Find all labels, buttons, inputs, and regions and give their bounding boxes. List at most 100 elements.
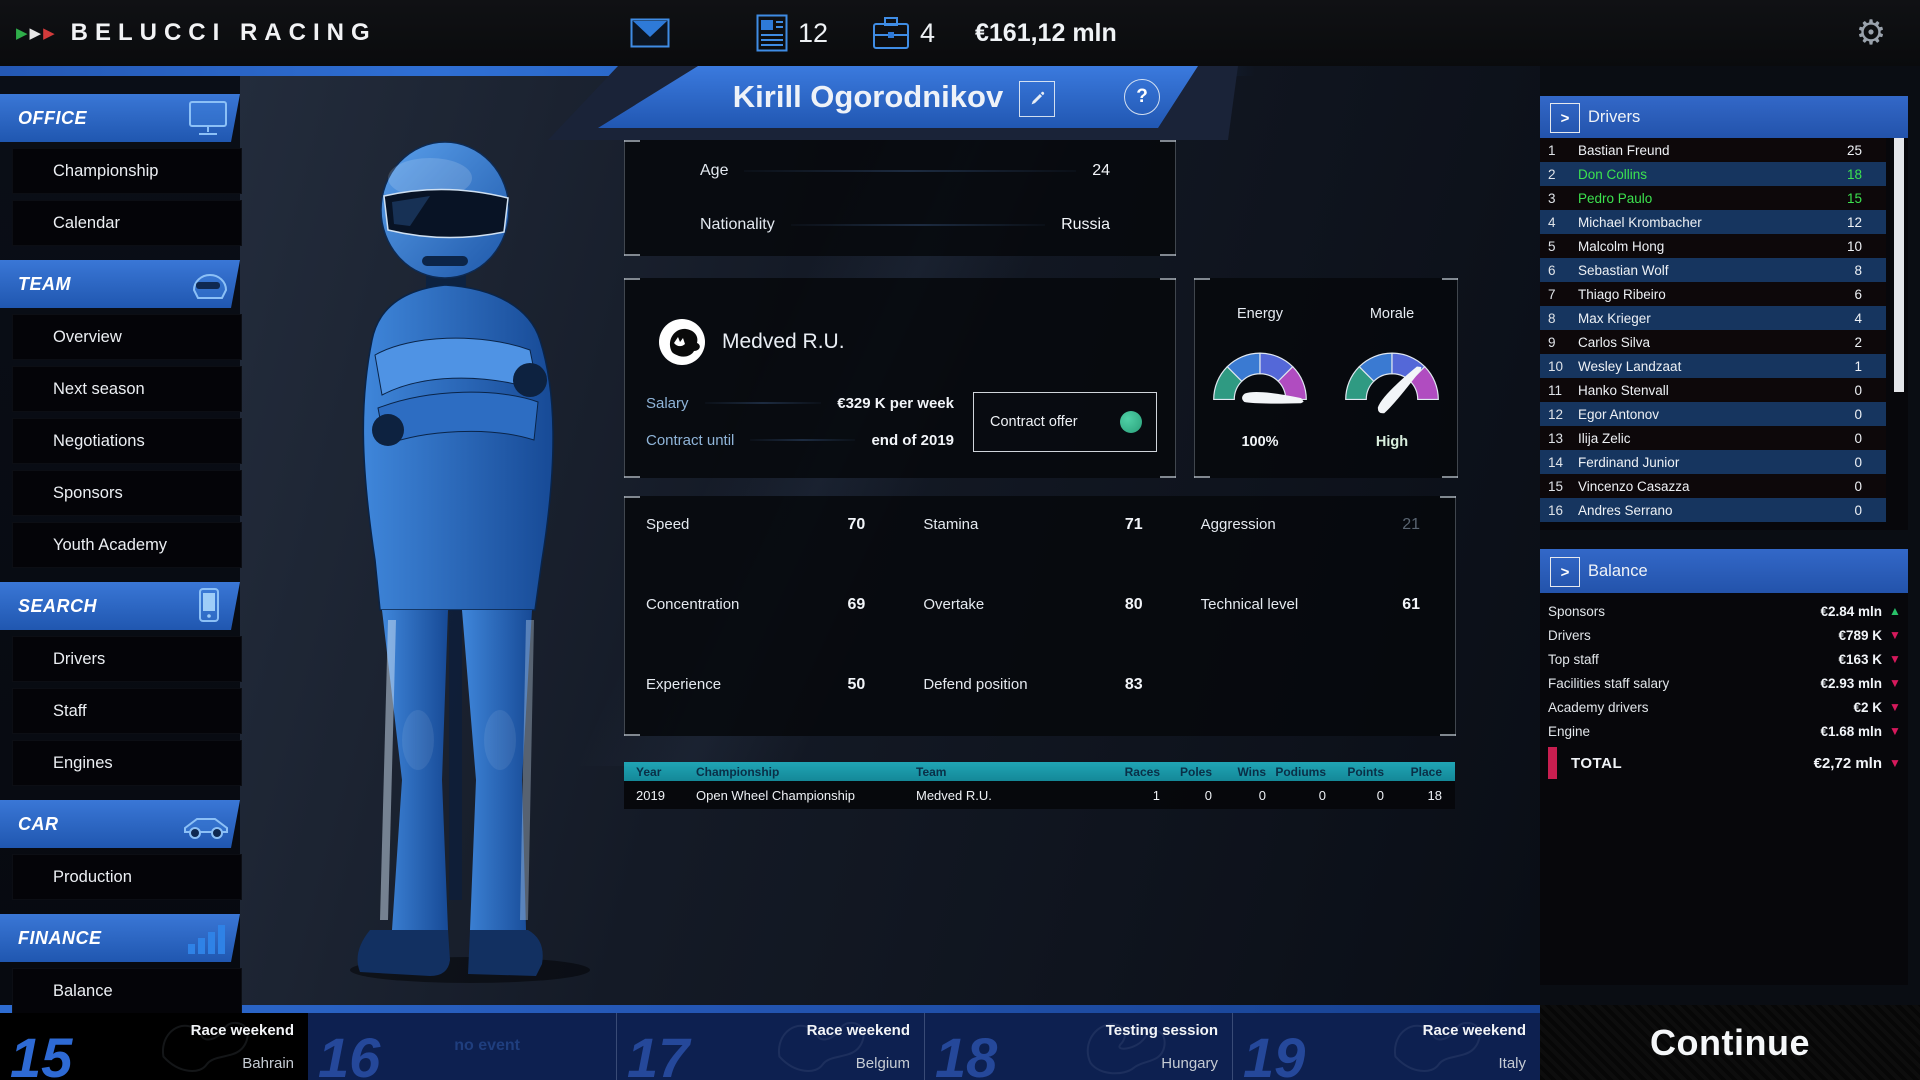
- news-button[interactable]: 12: [756, 0, 828, 66]
- trend-arrow-icon: ▼: [1882, 724, 1908, 738]
- driver-row[interactable]: 6Sebastian Wolf8: [1540, 258, 1886, 282]
- stat-speed: Speed 70: [624, 496, 901, 576]
- driver-row[interactable]: 9Carlos Silva2: [1540, 330, 1886, 354]
- driver-name: Ferdinand Junior: [1578, 455, 1679, 470]
- history-header-row: Year Championship Team Races Poles Wins …: [624, 762, 1455, 781]
- driver-position: 2: [1540, 167, 1574, 182]
- driver-row[interactable]: 11Hanko Stenvall0: [1540, 378, 1886, 402]
- driver-row[interactable]: 2Don Collins18: [1540, 162, 1886, 186]
- nav-section-search: SEARCH Drivers Staff Engines: [0, 582, 240, 786]
- driver-row[interactable]: 12Egor Antonov0: [1540, 402, 1886, 426]
- day-event: Race weekend: [1423, 1022, 1526, 1039]
- sidebar-item-next-season[interactable]: Next season: [12, 366, 242, 412]
- total-label: TOTAL: [1571, 755, 1622, 772]
- settings-gear-icon[interactable]: ⚙: [1846, 0, 1896, 66]
- contract-offer-label: Contract offer: [990, 414, 1078, 430]
- expand-chevron-icon[interactable]: >: [1550, 103, 1580, 133]
- sidebar-item-staff[interactable]: Staff: [12, 688, 242, 734]
- leader-line: [744, 170, 1076, 172]
- standings-scrollbar[interactable]: [1894, 138, 1904, 522]
- nationality-row: Nationality Russia: [700, 212, 1110, 238]
- sidebar-item-overview[interactable]: Overview: [12, 314, 242, 360]
- cell-wins: 0: [1216, 788, 1270, 803]
- mail-button[interactable]: [630, 0, 670, 66]
- scrollbar-thumb[interactable]: [1894, 138, 1904, 392]
- career-history-table: Year Championship Team Races Poles Wins …: [624, 762, 1455, 809]
- expand-chevron-icon[interactable]: >: [1550, 557, 1580, 587]
- driver-position: 1: [1540, 143, 1574, 158]
- nav-section-team: TEAM Overview Next season Negotiations S…: [0, 260, 240, 568]
- top-bar: ▶ ▶ ▶ BELUCCI RACING 12 4 €161,12 ml: [0, 0, 1920, 66]
- stat-empty: [1179, 656, 1456, 736]
- sidebar-item-sponsors[interactable]: Sponsors: [12, 470, 242, 516]
- cell-races: 1: [1094, 788, 1164, 803]
- driver-row[interactable]: 13Ilija Zelic0: [1540, 426, 1886, 450]
- sidebar-item-negotiations[interactable]: Negotiations: [12, 418, 242, 464]
- balance-value: €2.84 mln: [1820, 604, 1882, 619]
- sidebar-item-youth-academy[interactable]: Youth Academy: [12, 522, 242, 568]
- stat-value: 69: [848, 596, 866, 614]
- section-header-team: TEAM: [0, 260, 240, 308]
- cell-points: 0: [1330, 788, 1388, 803]
- balance-value: €163 K: [1838, 652, 1882, 667]
- driver-position: 5: [1540, 239, 1574, 254]
- jobs-button[interactable]: 4: [872, 0, 935, 66]
- stat-label: Defend position: [923, 676, 1027, 693]
- day-location: Hungary: [1161, 1055, 1218, 1072]
- sidebar-item-calendar[interactable]: Calendar: [12, 200, 242, 246]
- driver-name: Don Collins: [1578, 167, 1647, 182]
- driver-row[interactable]: 15Vincenzo Casazza0: [1540, 474, 1886, 498]
- help-button[interactable]: ?: [1124, 79, 1160, 115]
- section-header-finance: FINANCE: [0, 914, 240, 962]
- balance-label: Sponsors: [1548, 604, 1605, 619]
- sidebar-item-engines[interactable]: Engines: [12, 740, 242, 786]
- section-label: SEARCH: [18, 596, 97, 617]
- logo-arrow-icon: ▶: [43, 26, 55, 41]
- stat-label: Aggression: [1201, 516, 1276, 533]
- jobs-count: 4: [920, 18, 935, 49]
- item-label: Staff: [53, 702, 87, 721]
- sidebar-item-balance[interactable]: Balance: [12, 968, 242, 1014]
- driver-row[interactable]: 16Andres Serrano0: [1540, 498, 1886, 522]
- contract-until-label: Contract until: [646, 432, 734, 449]
- driver-row[interactable]: 1Bastian Freund25: [1540, 138, 1886, 162]
- driver-row[interactable]: 10Wesley Landzaat1: [1540, 354, 1886, 378]
- col-races: Races: [1094, 765, 1164, 779]
- balance-label: Academy drivers: [1548, 700, 1649, 715]
- driver-name: Max Krieger: [1578, 311, 1651, 326]
- driver-points: 4: [1854, 311, 1886, 326]
- driver-row[interactable]: 14Ferdinand Junior0: [1540, 450, 1886, 474]
- edit-name-button[interactable]: [1019, 81, 1055, 117]
- sidebar-item-championship[interactable]: Championship: [12, 148, 242, 194]
- stat-value: 70: [848, 516, 866, 534]
- history-row: 2019 Open Wheel Championship Medved R.U.…: [624, 781, 1455, 809]
- continue-button[interactable]: Continue: [1540, 1005, 1920, 1080]
- day-event: Race weekend: [191, 1022, 294, 1039]
- driver-row[interactable]: 4Michael Krombacher12: [1540, 210, 1886, 234]
- sidebar-item-drivers[interactable]: Drivers: [12, 636, 242, 682]
- calendar-day-19[interactable]: 19 Race weekend Italy: [1232, 1013, 1540, 1080]
- stat-value: 71: [1125, 516, 1143, 534]
- driver-position: 10: [1540, 359, 1574, 374]
- balance-label: Facilities staff salary: [1548, 676, 1669, 691]
- contract-offer-button[interactable]: Contract offer: [973, 392, 1157, 452]
- driver-row[interactable]: 5Malcolm Hong10: [1540, 234, 1886, 258]
- driver-row[interactable]: 7Thiago Ribeiro6: [1540, 282, 1886, 306]
- item-label: Youth Academy: [53, 536, 167, 555]
- balance-value: €2.93 mln: [1820, 676, 1882, 691]
- nationality-label: Nationality: [700, 216, 775, 234]
- nav-section-finance: FINANCE Balance: [0, 914, 240, 1014]
- col-year: Year: [624, 765, 692, 779]
- age-label: Age: [700, 162, 728, 180]
- calendar-day-15[interactable]: 15 Race weekend Bahrain: [0, 1013, 308, 1080]
- calendar-day-17[interactable]: 17 Race weekend Belgium: [616, 1013, 924, 1080]
- driver-row[interactable]: 3Pedro Paulo15: [1540, 186, 1886, 210]
- leader-line: [791, 224, 1045, 226]
- driver-row[interactable]: 8Max Krieger4: [1540, 306, 1886, 330]
- age-row: Age 24: [700, 158, 1110, 184]
- sidebar-item-production[interactable]: Production: [12, 854, 242, 900]
- stat-overtake: Overtake 80: [901, 576, 1178, 656]
- energy-value: 100%: [1194, 434, 1326, 450]
- calendar-day-16[interactable]: 16 no event: [308, 1013, 616, 1080]
- calendar-day-18[interactable]: 18 Testing session Hungary: [924, 1013, 1232, 1080]
